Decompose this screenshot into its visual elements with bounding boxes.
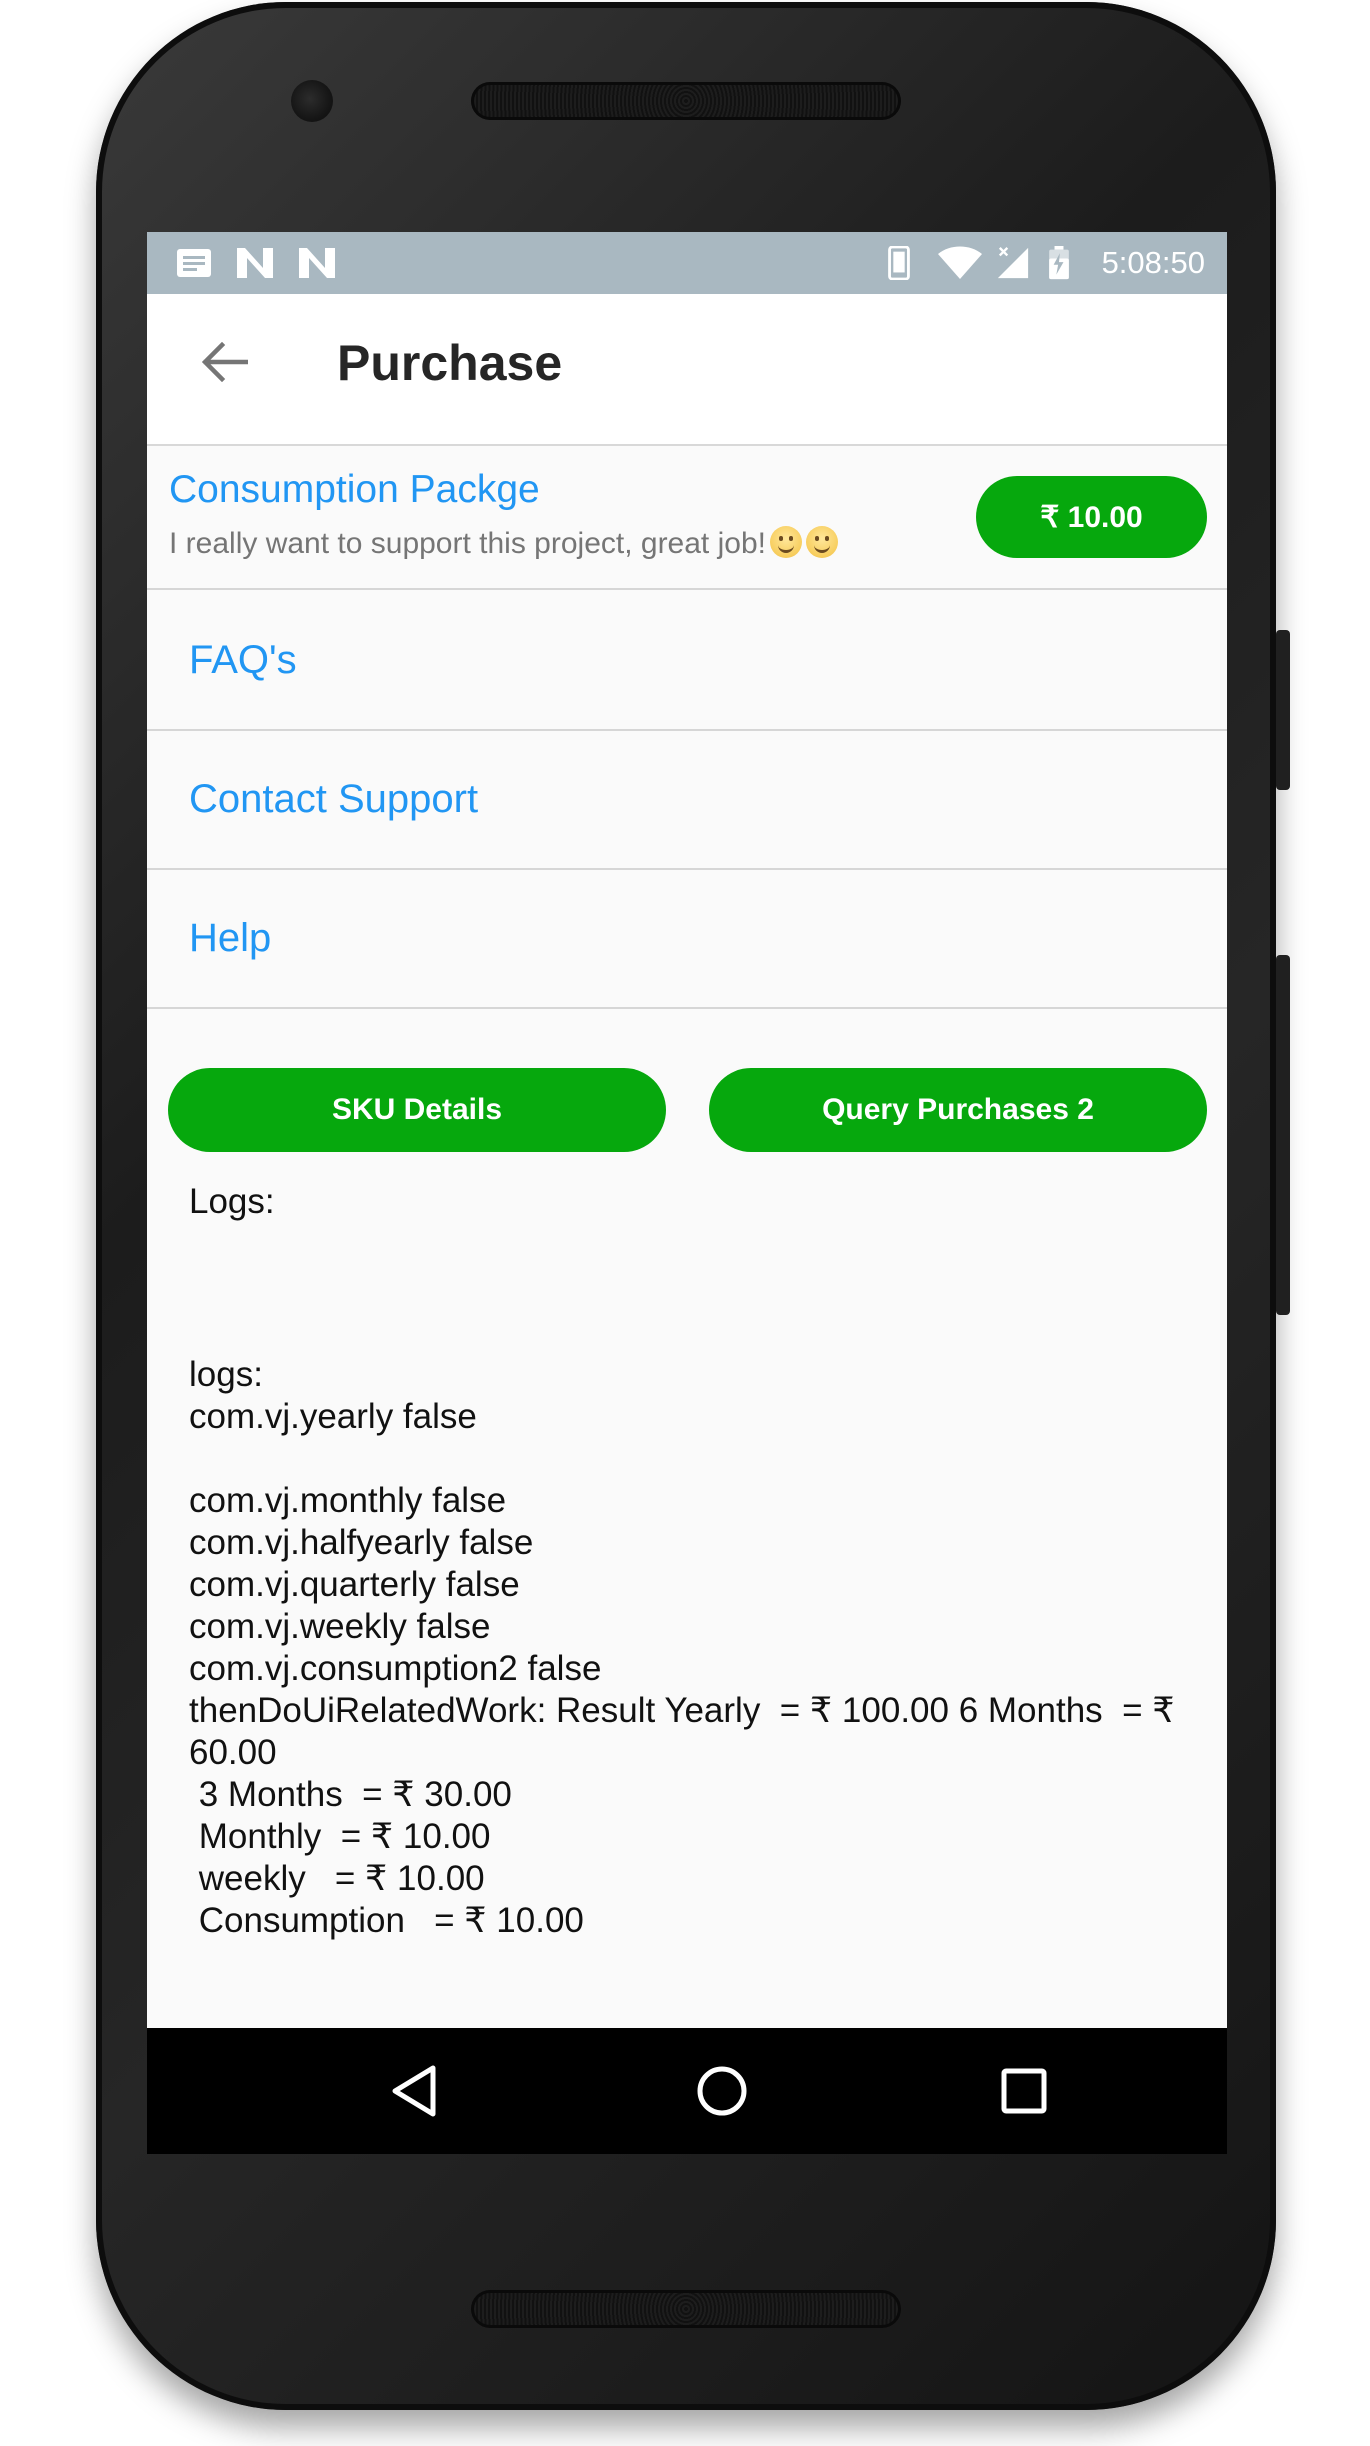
status-bar: 5:08:50: [147, 232, 1227, 294]
menu-item-label: FAQ's: [189, 638, 297, 682]
battery-icon: [1049, 246, 1069, 280]
circle-home-icon: [697, 2066, 747, 2116]
menu-item-help[interactable]: Help: [147, 868, 1227, 1009]
n-icon: [299, 248, 335, 278]
phone-icon: [888, 246, 910, 280]
package-subtitle-text: I really want to support this project, g…: [169, 527, 766, 560]
menu-item-label: Contact Support: [189, 777, 479, 821]
app-bar: Purchase: [147, 294, 1227, 446]
nav-back-button[interactable]: [379, 2056, 449, 2126]
triangle-back-icon: [392, 2065, 436, 2117]
bottom-speaker: [471, 2290, 901, 2328]
smiley-emoji-icon: [805, 526, 838, 558]
nav-recents-button[interactable]: [989, 2056, 1059, 2126]
query-purchases-button[interactable]: Query Purchases 2: [709, 1068, 1207, 1152]
app-screen: 5:08:50 Purchase Consumption Packge I re…: [147, 232, 1227, 2154]
logs-output: logs: com.vj.yearly false com.vj.monthly…: [189, 1355, 1175, 1940]
menu-item-faqs[interactable]: FAQ's: [147, 590, 1227, 731]
page-title: Purchase: [337, 335, 563, 391]
signal-icon: [997, 247, 1029, 279]
package-title: Consumption Packge: [169, 468, 540, 511]
notification-icon: [177, 249, 211, 277]
n-icon: [237, 248, 273, 278]
power-button: [1276, 955, 1290, 1315]
package-subtitle: I really want to support this project, g…: [169, 526, 838, 561]
status-time: 5:08:50: [1101, 245, 1205, 280]
smiley-emoji-icon: [769, 526, 802, 558]
nav-home-button[interactable]: [687, 2056, 757, 2126]
logs-label: Logs:: [189, 1182, 275, 1221]
menu-item-contact-support[interactable]: Contact Support: [147, 729, 1227, 870]
earpiece-speaker: [471, 82, 901, 120]
volume-button: [1276, 630, 1290, 790]
menu-item-label: Help: [189, 916, 272, 960]
front-camera: [291, 80, 333, 122]
arrow-back-icon: [202, 342, 248, 382]
square-recents-icon: [1001, 2068, 1047, 2114]
buy-price-button[interactable]: ₹ 10.00: [976, 476, 1207, 558]
package-row[interactable]: Consumption Packge I really want to supp…: [147, 448, 1227, 590]
navigation-bar: [147, 2028, 1227, 2154]
wifi-icon: [938, 246, 982, 279]
sku-details-button[interactable]: SKU Details: [168, 1068, 666, 1152]
back-button[interactable]: [187, 324, 263, 400]
